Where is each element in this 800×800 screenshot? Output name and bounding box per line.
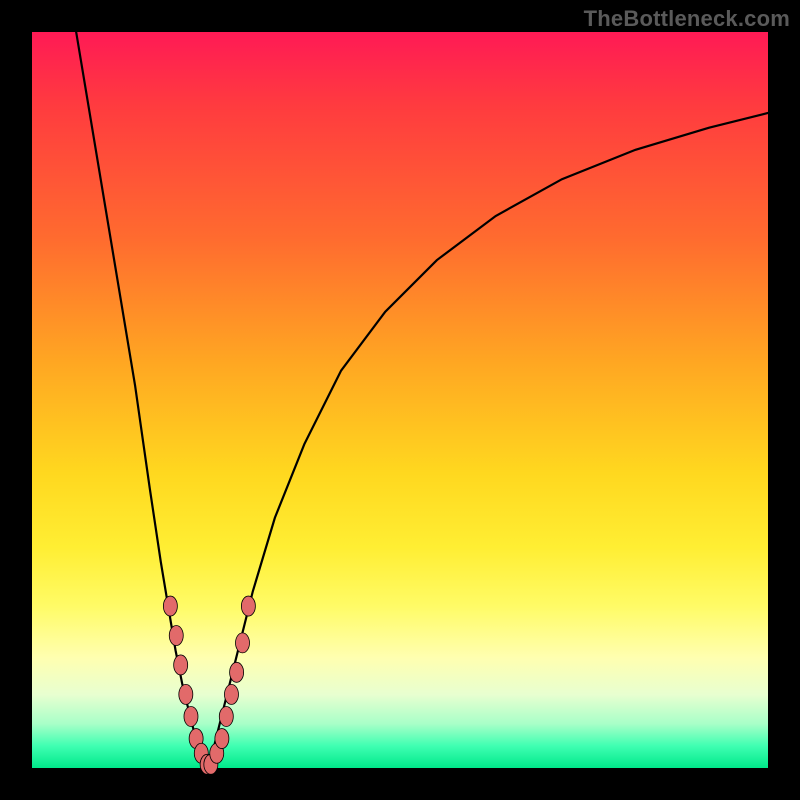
highlight-marker-group: [163, 596, 255, 774]
highlight-marker: [236, 633, 250, 653]
curve-layer: [32, 32, 768, 768]
curve-right-branch: [209, 113, 768, 768]
highlight-marker: [163, 596, 177, 616]
plot-area: [32, 32, 768, 768]
highlight-marker: [169, 626, 183, 646]
highlight-marker: [184, 706, 198, 726]
watermark-text: TheBottleneck.com: [584, 6, 790, 32]
highlight-marker: [215, 729, 229, 749]
highlight-marker: [230, 662, 244, 682]
highlight-marker: [241, 596, 255, 616]
highlight-marker: [219, 706, 233, 726]
chart-frame: TheBottleneck.com: [0, 0, 800, 800]
highlight-marker: [174, 655, 188, 675]
highlight-marker: [224, 684, 238, 704]
highlight-marker: [179, 684, 193, 704]
